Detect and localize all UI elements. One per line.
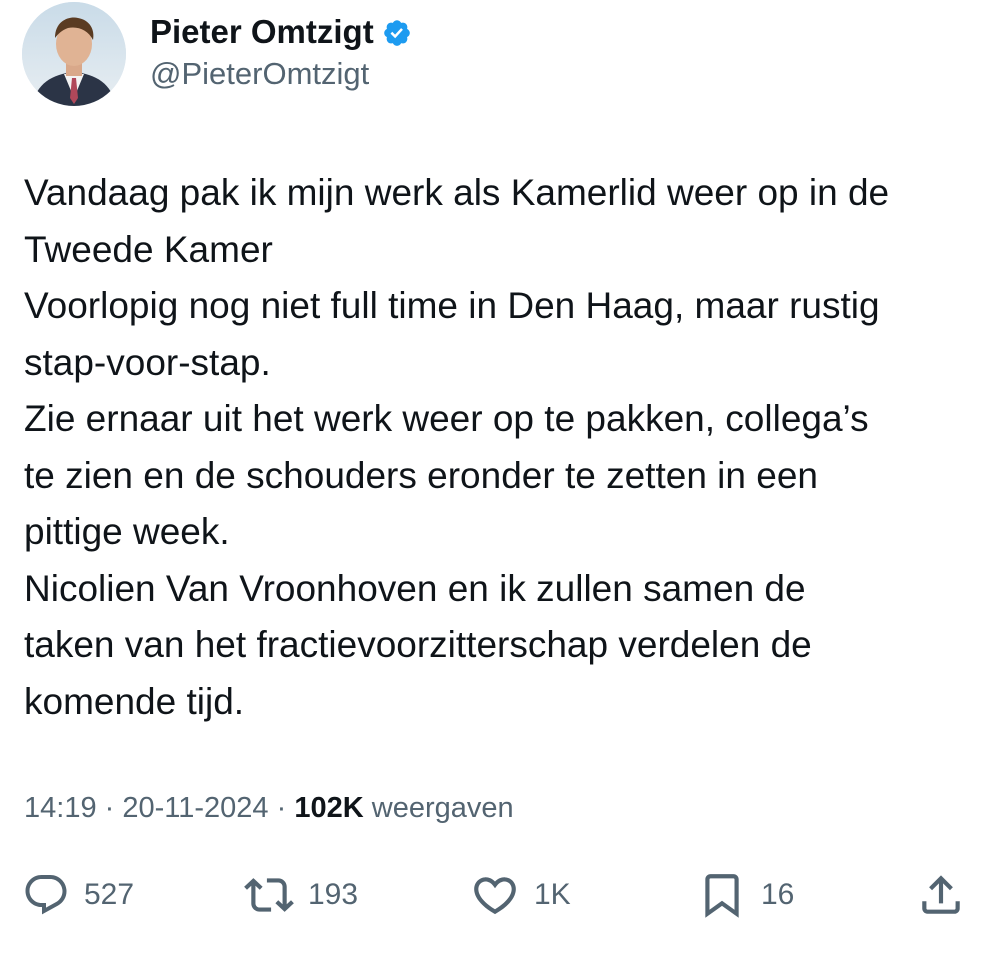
retweet-icon [244, 878, 294, 912]
like-button[interactable]: 1K [470, 860, 571, 930]
avatar-image [22, 2, 126, 106]
heart-icon [474, 877, 516, 915]
retweet-button[interactable]: 193 [244, 860, 358, 930]
verified-badge-icon [382, 18, 412, 48]
share-icon [922, 875, 960, 914]
tweet-date[interactable]: 20-11-2024 [122, 792, 268, 824]
tweet-text-line: Nicolien Van Vroonhoven en ik zullen sam… [24, 567, 806, 609]
tweet-text-line: Vandaag pak ik mijn werk als Kamerlid we… [24, 172, 890, 213]
avatar[interactable] [22, 2, 126, 106]
share-button[interactable] [916, 860, 966, 930]
retweet-count: 193 [308, 878, 359, 911]
reply-button[interactable]: 527 [22, 860, 134, 930]
tweet-meta: 14:19 · 20-11-2024 · 102K weergaven [24, 786, 514, 830]
meta-separator: · [104, 792, 115, 824]
bookmark-button[interactable]: 16 [697, 860, 794, 930]
tweet-text-line: pittige week. [24, 511, 230, 552]
tweet-text-line: Tweede Kamer [24, 228, 273, 270]
reply-icon [25, 875, 67, 915]
bookmark-count: 16 [761, 878, 795, 911]
views-label: weergaven [371, 792, 514, 824]
meta-separator: · [276, 792, 287, 824]
author-name-row: Pieter Omtzigt [150, 12, 412, 52]
tweet-text-line: te zien en de schouders eronder te zette… [24, 454, 818, 496]
views-count: 102K [294, 792, 364, 824]
author-handle[interactable]: @PieterOmtzigt [150, 54, 369, 94]
reply-count: 527 [84, 878, 135, 911]
tweet-card: Pieter Omtzigt @PieterOmtzigt Vandaag pa… [0, 0, 1000, 957]
tweet-text-line: komende tijd. [24, 680, 245, 722]
action-bar: 527 193 1K 16 [0, 860, 1000, 930]
tweet-text-line: Voorlopig nog niet full time in Den Haag… [24, 285, 880, 326]
tweet-time[interactable]: 14:19 [24, 792, 97, 824]
bookmark-icon [705, 874, 739, 918]
like-count: 1K [534, 878, 571, 911]
tweet-text-line: stap-voor-stap. [24, 341, 271, 383]
tweet-text: Vandaag pak ik mijn werk als Kamerlid we… [24, 165, 984, 730]
author-display-name[interactable]: Pieter Omtzigt [150, 12, 374, 52]
tweet-text-line: taken van het fractievoorzitterschap ver… [24, 624, 812, 665]
tweet-text-line: Zie ernaar uit het werk weer op te pakke… [24, 398, 869, 439]
